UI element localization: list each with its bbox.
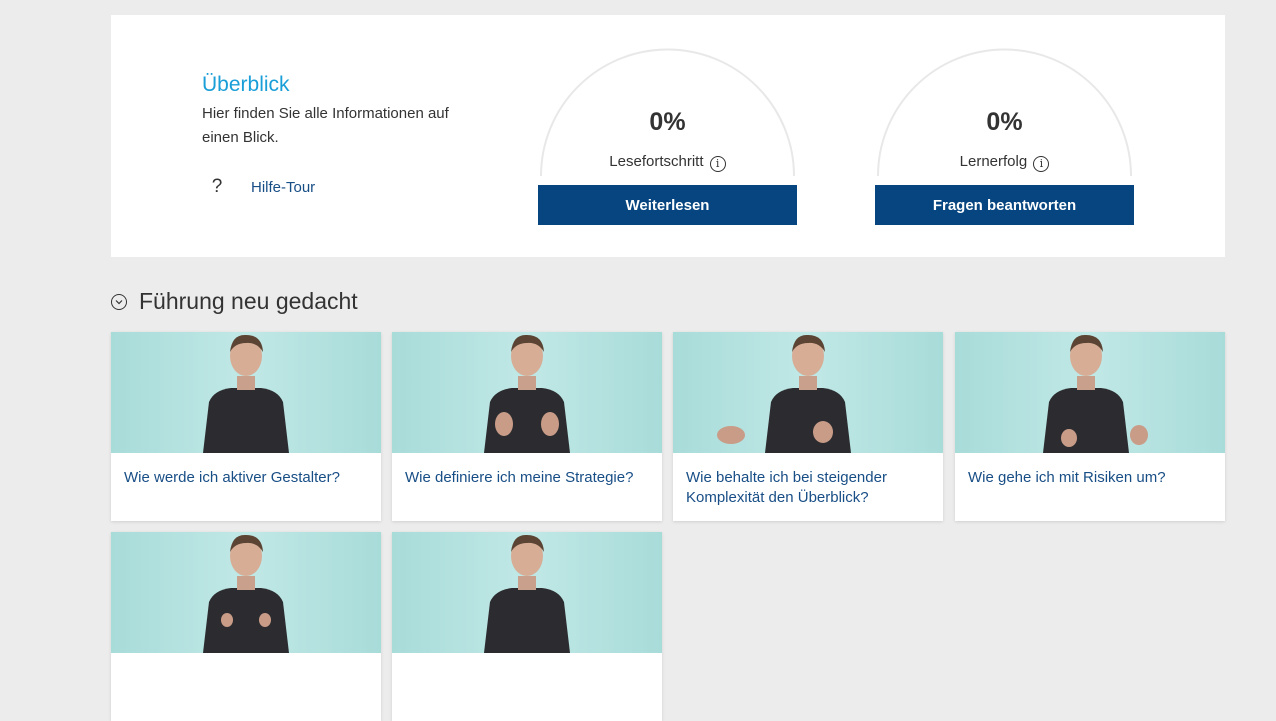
info-icon[interactable]: i: [709, 156, 726, 172]
video-thumbnail: [392, 532, 662, 653]
overview-title: Überblick: [202, 73, 290, 96]
help-tour-link-row[interactable]: ? Hilfe-Tour: [208, 176, 315, 198]
reading-progress-label-row: Lesefortschritt i: [538, 153, 797, 172]
section-header[interactable]: Führung neu gedacht: [111, 288, 358, 315]
video-card[interactable]: Wie werde ich aktiver Gestalter?: [111, 332, 381, 521]
overview-panel: Überblick Hier finden Sie alle Informati…: [111, 15, 1225, 257]
video-card-title: Wie definiere ich meine Strategie?: [405, 469, 634, 486]
learning-success-label-row: Lernerfolg i: [875, 153, 1134, 172]
video-card[interactable]: Wie behalte ich bei steigender Komplexit…: [673, 332, 943, 521]
continue-reading-button[interactable]: Weiterlesen: [538, 185, 797, 225]
presenter-image: [484, 334, 570, 453]
video-card-title: Wie gehe ich mit Risiken um?: [968, 469, 1166, 486]
video-card-title: Wie werde ich aktiver Gestalter?: [124, 469, 340, 486]
learning-success-gauge: 0% Lernerfolg i Fragen beantworten: [875, 48, 1134, 225]
video-card[interactable]: Wie definiere ich meine Strategie?: [392, 332, 662, 521]
answer-questions-button[interactable]: Fragen beantworten: [875, 185, 1134, 225]
info-icon[interactable]: i: [1033, 156, 1050, 172]
presenter-image: [1043, 334, 1148, 453]
video-thumbnail: [392, 332, 662, 453]
help-tour-link[interactable]: Hilfe-Tour: [251, 179, 315, 196]
presenter-image: [203, 534, 289, 653]
video-card-title: Wie behalte ich bei steigender Komplexit…: [686, 469, 887, 506]
overview-description: Hier finden Sie alle Informationen auf e…: [202, 105, 449, 146]
video-thumbnail: [111, 532, 381, 653]
reading-progress-gauge: 0% Lesefortschritt i Weiterlesen: [538, 48, 797, 225]
video-card[interactable]: Wie gehe ich mit Risiken um?: [955, 332, 1225, 521]
video-thumbnail: [955, 332, 1225, 453]
learning-success-value: 0%: [986, 108, 1023, 136]
presenter-image: [203, 334, 289, 453]
question-icon: ?: [211, 176, 223, 197]
presenter-image: [717, 334, 851, 453]
video-card[interactable]: [392, 532, 662, 721]
reading-progress-label: Lesefortschritt: [609, 153, 704, 170]
section-title: Führung neu gedacht: [139, 288, 358, 314]
presenter-image: [484, 534, 570, 653]
video-thumbnail: [111, 332, 381, 453]
chevron-down-icon[interactable]: [111, 293, 127, 310]
video-thumbnail: [673, 332, 943, 453]
reading-progress-value: 0%: [649, 108, 686, 136]
video-card[interactable]: [111, 532, 381, 721]
learning-success-label: Lernerfolg: [959, 153, 1028, 170]
